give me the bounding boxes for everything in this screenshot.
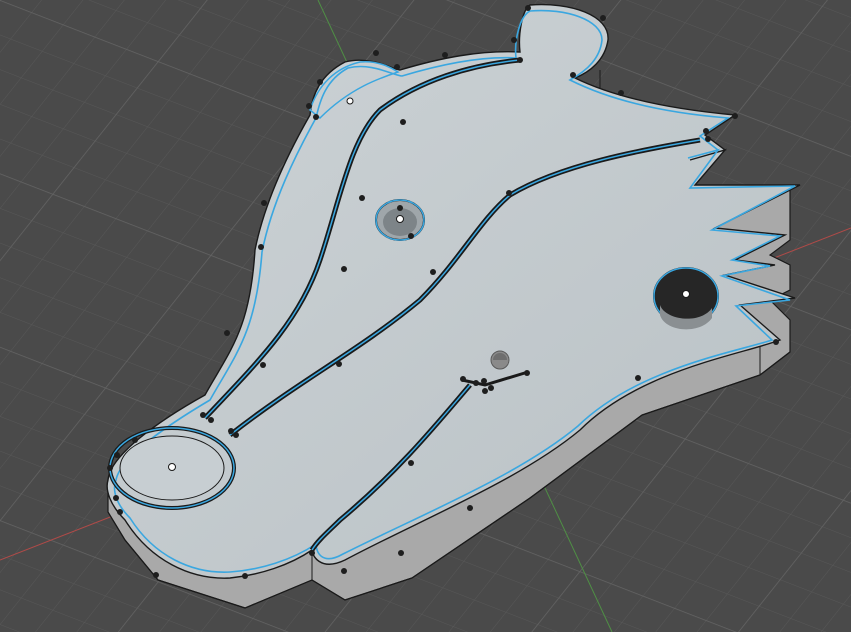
mounting-hole-center-point	[682, 290, 690, 298]
nostril-center-point	[168, 463, 176, 471]
eye-center-point	[396, 215, 404, 223]
origin-marker[interactable]	[490, 350, 510, 370]
ear-center-point	[346, 97, 354, 105]
3d-viewport[interactable]	[0, 0, 851, 632]
